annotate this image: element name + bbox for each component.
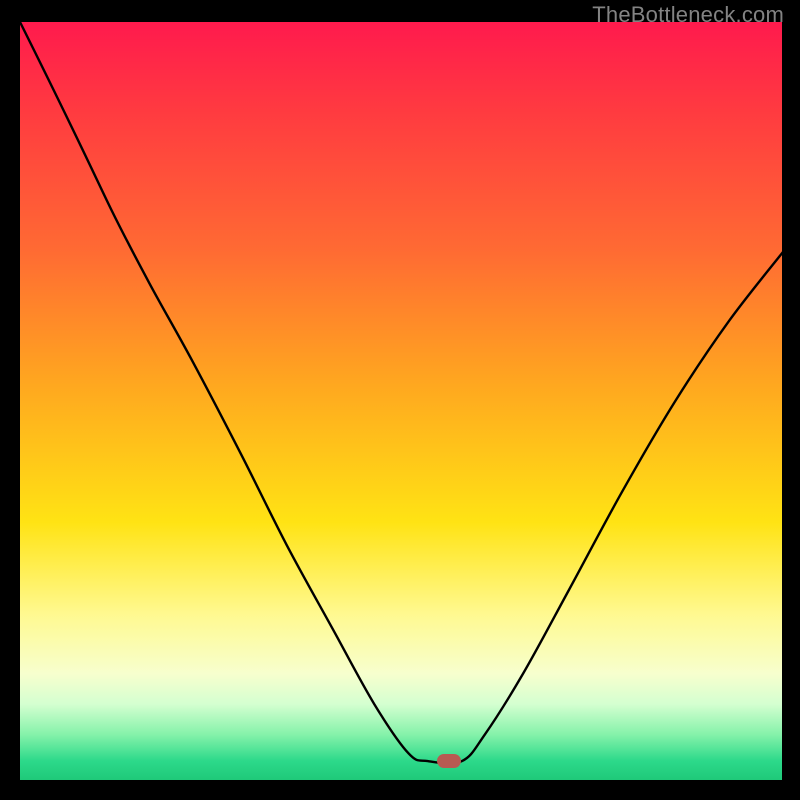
optimum-marker — [437, 754, 461, 768]
plot-area — [20, 22, 782, 780]
chart-frame: TheBottleneck.com — [0, 0, 800, 800]
bottleneck-curve — [20, 22, 786, 763]
curve-svg — [20, 22, 782, 780]
